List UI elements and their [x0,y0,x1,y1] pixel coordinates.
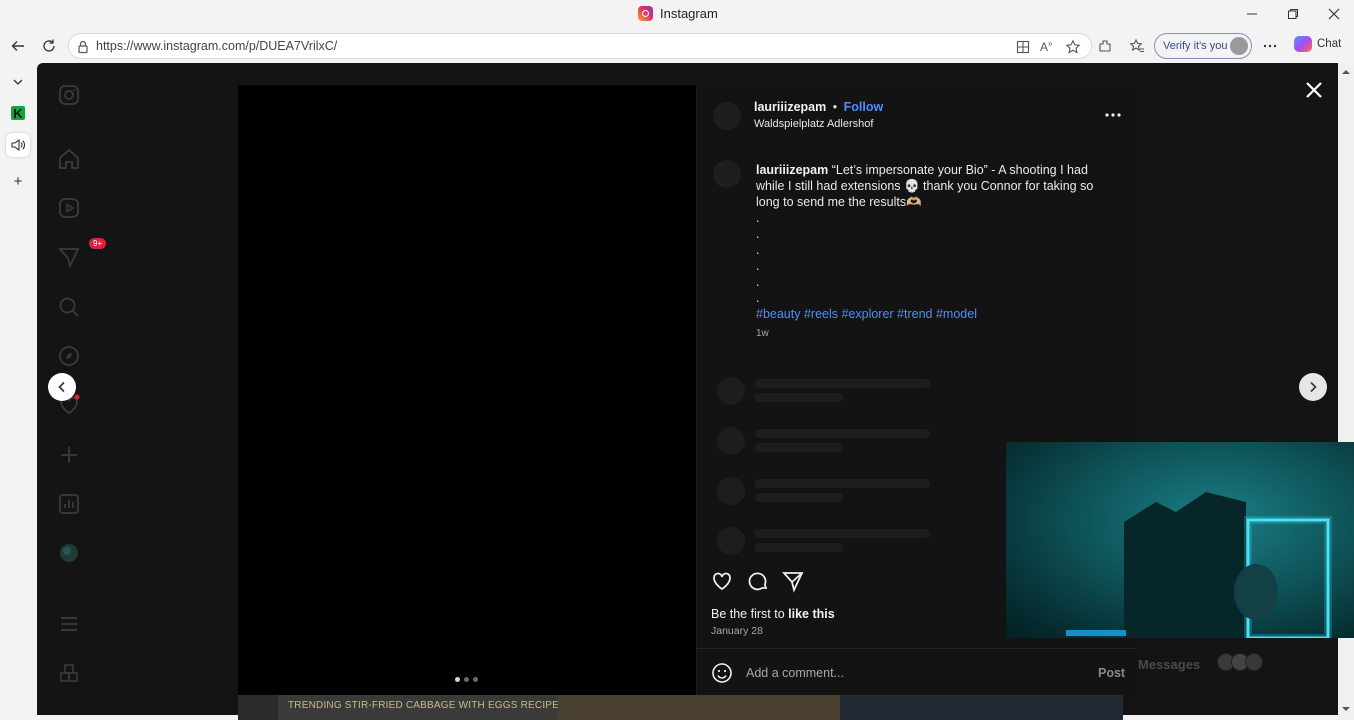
webcam-overlay [1006,442,1354,638]
next-post-button[interactable] [1299,373,1327,401]
verify-label: Verify it's you [1163,40,1228,52]
copilot-chat-button[interactable]: Chat [1294,36,1341,52]
comment-icon[interactable] [746,569,770,593]
comment-loading-placeholder [717,475,1017,505]
reels-icon[interactable] [57,196,81,220]
notification-badge: 9+ [89,238,107,249]
speaker-icon[interactable] [6,133,30,157]
k-badge: K [11,106,25,121]
scroll-up-icon [1342,70,1350,74]
more-options-icon[interactable] [1259,36,1281,56]
refresh-button[interactable] [38,36,60,56]
header-separator: • [832,100,838,114]
chevron-down-icon[interactable] [6,70,30,94]
read-aloud-icon[interactable]: A» [1040,39,1056,55]
verify-profile-button[interactable]: Verify it's you [1154,33,1252,59]
home-icon[interactable] [57,147,81,171]
likes-prefix: Be the first to [711,607,789,621]
window-title: Instagram [638,6,718,21]
k-extension-button[interactable]: K [6,101,30,125]
copilot-icon [1294,36,1312,52]
carousel-dot [473,677,478,682]
also-from-meta-icon[interactable] [57,662,81,686]
menu-icon[interactable] [57,612,81,636]
extension-icon[interactable] [1094,36,1116,56]
search-icon[interactable] [57,295,81,319]
comment-loading-placeholder [717,425,1017,455]
messages-label[interactable]: Messages [1138,657,1200,672]
favorites-icon[interactable] [1126,36,1148,56]
author-avatar[interactable] [713,102,741,130]
minimize-button[interactable] [1241,4,1263,24]
emoji-icon[interactable] [710,661,734,685]
carousel-dot-active [455,677,460,682]
favorite-star-icon[interactable] [1065,39,1081,55]
caption-author-avatar[interactable] [713,160,741,188]
caption-username[interactable]: lauriiizepam [756,163,828,177]
chat-label: Chat [1317,38,1342,50]
lock-icon[interactable] [75,39,91,55]
add-label: + [13,172,23,190]
webcam-scene [1066,492,1332,638]
profile-avatar [1230,37,1248,55]
post-caption: lauriiizepam “Let’s impersonate your Bio… [756,162,1111,342]
post-comment-button[interactable]: Post [1098,666,1125,680]
comment-loading-placeholder [717,375,1017,405]
profile-avatar-icon[interactable] [57,541,81,565]
close-window-button[interactable] [1323,4,1345,24]
post-date: January 28 [711,625,763,637]
close-icon[interactable] [1301,77,1327,103]
window-title-text: Instagram [660,6,718,21]
browser-toolbar: https://www.instagram.com/p/DUEA7VrilxC/… [0,30,1354,62]
create-icon[interactable] [57,443,81,467]
messages-icon[interactable]: 9+ [57,238,107,269]
comment-divider [697,648,1137,649]
follow-button[interactable]: Follow [844,100,884,114]
scroll-down-icon [1342,707,1350,711]
post-media[interactable] [238,85,696,695]
instagram-icon[interactable] [57,83,81,107]
edge-vertical-strip: K + [0,62,37,720]
window-titlebar: Instagram [0,0,1354,30]
like-this-link[interactable]: like this [788,607,835,621]
carousel-dot [464,677,469,682]
carousel-indicator [455,677,478,682]
post-location[interactable]: Waldspielplatz Adlershof [754,118,873,130]
instagram-logo-icon [638,6,653,21]
back-button[interactable] [7,36,29,56]
comment-loading-placeholder [717,525,1017,555]
explore-icon[interactable] [57,344,81,368]
post-header: lauriiizepam • Follow [754,100,883,114]
like-heart-icon[interactable] [710,569,734,593]
app-available-icon[interactable] [1015,39,1031,55]
messages-avatars [1217,653,1263,671]
author-username[interactable]: lauriiizepam [754,100,826,114]
more-options-icon[interactable] [1103,105,1123,125]
address-bar[interactable]: https://www.instagram.com/p/DUEA7VrilxC/… [68,33,1092,59]
likes-summary: Be the first to like this [711,607,835,621]
caption-dots: . . . . . . [756,211,760,305]
post-age: 1w [756,328,769,339]
dashboard-icon[interactable] [57,492,81,516]
add-tab-button[interactable]: + [6,169,30,193]
comment-input[interactable]: Add a comment... [746,666,844,680]
url-text[interactable]: https://www.instagram.com/p/DUEA7VrilxC/ [96,39,337,53]
background-video-strip: TRENDING STIR-FRIED CABBAGE WITH EGGS RE… [238,695,1123,720]
previous-post-button[interactable] [48,373,76,401]
share-icon[interactable] [781,569,805,593]
hashtags[interactable]: #beauty #reels #explorer #trend #model [756,306,1111,322]
restore-button[interactable] [1282,4,1304,24]
